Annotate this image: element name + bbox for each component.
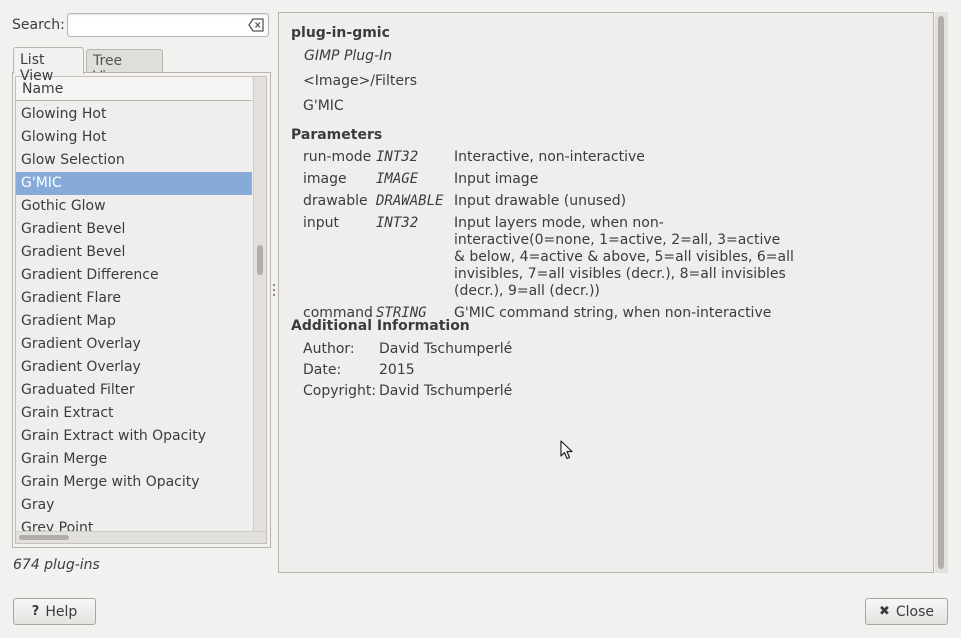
plugin-list-rows: Glowing Hot Glowing Hot Glow Selection G'MI… xyxy=(16,103,252,531)
info-row: Author: David Tschumperlé xyxy=(303,341,512,362)
tab-tree-view[interactable]: Tree View xyxy=(86,49,163,85)
help-button[interactable]: ? Help xyxy=(13,598,96,625)
info-key: Copyright: xyxy=(303,383,377,399)
list-horizontal-scrollbar-thumb[interactable] xyxy=(19,535,69,540)
help-button-label: Help xyxy=(45,603,78,620)
list-item[interactable]: Gradient Bevel xyxy=(16,241,252,264)
list-item[interactable]: Gray xyxy=(16,494,252,517)
parameter-row: image IMAGE Input image xyxy=(303,171,794,193)
close-button[interactable]: ✖ Close xyxy=(865,598,948,625)
parameter-name: drawable xyxy=(303,193,368,209)
menu-label: G'MIC xyxy=(303,98,344,114)
list-item[interactable]: Gradient Flare xyxy=(16,287,252,310)
parameter-description: Input drawable (unused) xyxy=(454,193,627,209)
info-key: Author: xyxy=(303,341,355,357)
parameters-heading: Parameters xyxy=(291,127,383,143)
info-row: Copyright: David Tschumperlé xyxy=(303,383,512,404)
info-row: Date: 2015 xyxy=(303,362,512,383)
list-vertical-scrollbar-thumb[interactable] xyxy=(257,245,263,275)
list-item[interactable]: Gradient Difference xyxy=(16,264,252,287)
parameter-row: run-mode INT32 Interactive, non-interact… xyxy=(303,149,794,171)
info-value: 2015 xyxy=(379,362,415,378)
list-vertical-scrollbar[interactable] xyxy=(253,77,266,531)
list-item[interactable]: Gradient Overlay xyxy=(16,356,252,379)
list-item[interactable]: Glowing Hot xyxy=(16,126,252,149)
list-horizontal-scrollbar[interactable] xyxy=(16,531,266,543)
close-button-label: Close xyxy=(895,603,935,620)
list-item[interactable]: Gradient Overlay xyxy=(16,333,252,356)
search-input[interactable] xyxy=(67,13,269,37)
plugin-list: Name Glowing Hot Glowing Hot Glow Selectio… xyxy=(15,76,267,544)
info-value: David Tschumperlé xyxy=(379,383,513,399)
list-item[interactable]: Graduated Filter xyxy=(16,379,252,402)
parameter-description: Input layers mode, when non-interactive(… xyxy=(454,215,794,299)
list-item[interactable]: Gradient Map xyxy=(16,310,252,333)
list-item[interactable]: Grain Merge xyxy=(16,448,252,471)
parameter-type: IMAGE xyxy=(376,171,419,187)
parameter-type: INT32 xyxy=(376,149,419,165)
procedure-name: plug-in-gmic xyxy=(291,25,390,41)
parameter-description: Input image xyxy=(454,171,539,187)
additional-info-heading: Additional Information xyxy=(291,318,470,334)
list-item[interactable]: Gothic Glow xyxy=(16,195,252,218)
plugin-count: 674 plug-ins xyxy=(13,557,100,573)
close-x-icon: ✖ xyxy=(878,604,890,619)
menu-path: <Image>/Filters xyxy=(303,73,417,89)
additional-info-table: Author: David Tschumperlé Date: 2015 Cop… xyxy=(303,341,512,404)
list-item[interactable]: Glowing Hot xyxy=(16,103,252,126)
list-item[interactable]: Grey Point xyxy=(16,517,252,531)
pane-resize-handle[interactable] xyxy=(272,284,276,298)
mouse-pointer-icon xyxy=(560,440,573,460)
info-value: David Tschumperlé xyxy=(379,341,513,357)
list-item[interactable]: Gradient Bevel xyxy=(16,218,252,241)
list-item[interactable]: Grain Extract xyxy=(16,402,252,425)
info-vertical-scrollbar[interactable] xyxy=(935,12,948,573)
question-icon: ? xyxy=(31,604,40,619)
procedure-type: GIMP Plug-In xyxy=(304,48,393,64)
parameters-table: run-mode INT32 Interactive, non-interact… xyxy=(303,149,794,327)
list-item[interactable]: Grain Extract with Opacity xyxy=(16,425,252,448)
list-item[interactable]: G'MIC xyxy=(16,172,252,195)
parameter-description: G'MIC command string, when non-interacti… xyxy=(454,305,772,321)
parameter-name: image xyxy=(303,171,347,187)
parameter-name: input xyxy=(303,215,340,231)
parameter-name: run-mode xyxy=(303,149,372,165)
info-key: Date: xyxy=(303,362,342,378)
list-item[interactable]: Glow Selection xyxy=(16,149,252,172)
parameter-row: drawable DRAWABLE Input drawable (unused… xyxy=(303,193,794,215)
clear-search-icon[interactable] xyxy=(248,18,264,32)
parameter-description: Interactive, non-interactive xyxy=(454,149,645,165)
parameter-type: DRAWABLE xyxy=(376,193,444,209)
tab-list-view[interactable]: List View xyxy=(13,47,84,84)
parameter-row: input INT32 Input layers mode, when non-… xyxy=(303,215,794,305)
info-vertical-scrollbar-thumb[interactable] xyxy=(938,16,944,569)
list-item[interactable]: Grain Merge with Opacity xyxy=(16,471,252,494)
search-label: Search: xyxy=(12,17,65,33)
parameter-type: INT32 xyxy=(376,215,419,231)
